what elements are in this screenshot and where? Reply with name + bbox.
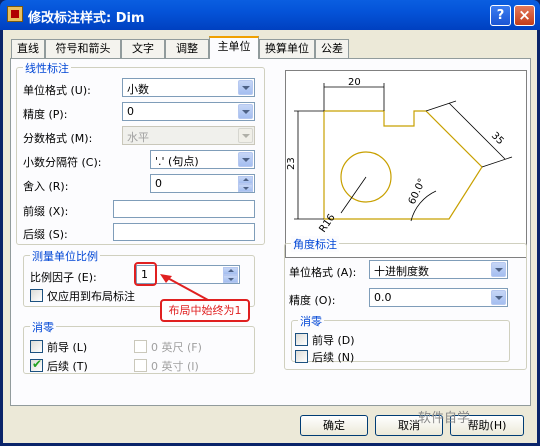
chevron-down-icon <box>238 128 253 143</box>
angular-precision-value: 0.0 <box>374 291 392 304</box>
tab-symbols-arrows[interactable]: 符号和箭头 <box>45 39 121 58</box>
inches-checkbox <box>134 359 147 372</box>
title-bar[interactable]: 修改标注样式: Dim ? × <box>0 0 540 30</box>
tab-alternate-units[interactable]: 换算单位 <box>259 39 315 58</box>
help-icon-button[interactable]: ? <box>490 5 511 26</box>
angular-precision-combo[interactable]: 0.0 <box>369 288 508 307</box>
chevron-down-icon[interactable] <box>238 80 253 95</box>
fraction-format-combo: 水平 <box>122 126 255 145</box>
decimal-separator-combo[interactable]: '.' (句点) <box>150 150 255 169</box>
spin-down-icon[interactable] <box>223 275 238 283</box>
spin-down-icon[interactable] <box>238 184 253 192</box>
round-off-label: 舍入 (R): <box>23 180 69 193</box>
tab-lines[interactable]: 直线 <box>11 39 45 58</box>
app-icon <box>7 6 23 22</box>
leading-zero-checkbox[interactable] <box>30 340 43 353</box>
decimal-separator-value: '.' (句点) <box>155 155 199 168</box>
inches-label: 0 英寸 (I) <box>151 360 199 373</box>
spin-up-icon[interactable] <box>238 176 253 184</box>
watermark-text: 软件自学 <box>418 411 471 426</box>
dim-angle-text: 60.0° <box>407 177 428 206</box>
chevron-down-icon[interactable] <box>491 262 506 277</box>
trailing-zero-label: 后续 (T) <box>47 360 88 373</box>
preview-dimension-lines <box>294 83 513 222</box>
unit-format-value: 小数 <box>127 83 149 96</box>
dim-left-text: 23 <box>286 157 297 170</box>
angular-dimensions-title: 角度标注 <box>291 236 339 252</box>
angular-unit-format-combo[interactable]: 十进制度数 <box>369 260 508 279</box>
suffix-label: 后缀 (S): <box>23 228 68 241</box>
spin-up-icon[interactable] <box>223 267 238 275</box>
trailing-zero-checkbox[interactable] <box>30 357 43 372</box>
tab-text[interactable]: 文字 <box>121 39 165 58</box>
angular-leading-checkbox[interactable] <box>295 333 308 346</box>
feet-label: 0 英尺 (F) <box>151 341 202 354</box>
close-icon-button[interactable]: × <box>514 5 535 26</box>
tab-tolerances[interactable]: 公差 <box>315 39 349 58</box>
fraction-format-value: 水平 <box>127 131 149 144</box>
unit-format-label: 单位格式 (U): <box>23 84 91 97</box>
fraction-format-label: 分数格式 (M): <box>23 132 93 145</box>
round-off-value: 0 <box>155 177 162 190</box>
angular-trailing-label: 后续 (N) <box>312 351 355 364</box>
dim-radius-text: R16 <box>317 212 337 234</box>
layout-only-label: 仅应用到布局标注 <box>47 290 135 303</box>
angular-unit-format-value: 十进制度数 <box>374 265 429 278</box>
dialog-body: 直线 符号和箭头 文字 调整 主单位 换算单位 公差 线性标注 单位格式 (U)… <box>3 30 537 443</box>
chevron-down-icon[interactable] <box>491 290 506 305</box>
unit-format-combo[interactable]: 小数 <box>122 78 255 97</box>
window-title: 修改标注样式: Dim <box>28 11 145 26</box>
precision-label: 精度 (P): <box>23 108 68 121</box>
angular-zero-title: 消零 <box>298 313 324 329</box>
suffix-input[interactable] <box>113 223 255 241</box>
angular-precision-label: 精度 (O): <box>289 294 336 307</box>
tab-fit[interactable]: 调整 <box>165 39 209 58</box>
feet-checkbox <box>134 340 147 353</box>
precision-value: 0 <box>127 105 134 118</box>
angular-unit-format-label: 单位格式 (A): <box>289 266 357 279</box>
chevron-down-icon[interactable] <box>238 104 253 119</box>
measurement-scale-title: 测量单位比例 <box>30 248 100 264</box>
annotation-callout: 布局中始终为1 <box>160 299 250 322</box>
dim-top-text: 20 <box>348 77 361 88</box>
decimal-separator-label: 小数分隔符 (C): <box>23 156 102 169</box>
scale-factor-label: 比例因子 (E): <box>30 271 97 284</box>
linear-dimensions-title: 线性标注 <box>23 60 71 76</box>
prefix-input[interactable] <box>113 200 255 218</box>
zero-suppression-title: 消零 <box>30 319 56 335</box>
precision-combo[interactable]: 0 <box>122 102 255 121</box>
chevron-down-icon[interactable] <box>238 152 253 167</box>
dim-right-text: 35 <box>489 130 506 147</box>
leading-zero-label: 前导 (L) <box>47 341 88 354</box>
layout-only-checkbox[interactable] <box>30 289 43 302</box>
angular-trailing-checkbox[interactable] <box>295 350 308 363</box>
dimension-preview: 20 23 35 60.0° R16 <box>285 70 527 258</box>
prefix-label: 前缀 (X): <box>23 205 69 218</box>
ok-button[interactable]: 确定 <box>300 415 368 436</box>
angular-leading-label: 前导 (D) <box>312 334 355 347</box>
tab-primary-units[interactable]: 主单位 <box>209 36 259 59</box>
round-off-spinner[interactable]: 0 <box>150 174 255 193</box>
